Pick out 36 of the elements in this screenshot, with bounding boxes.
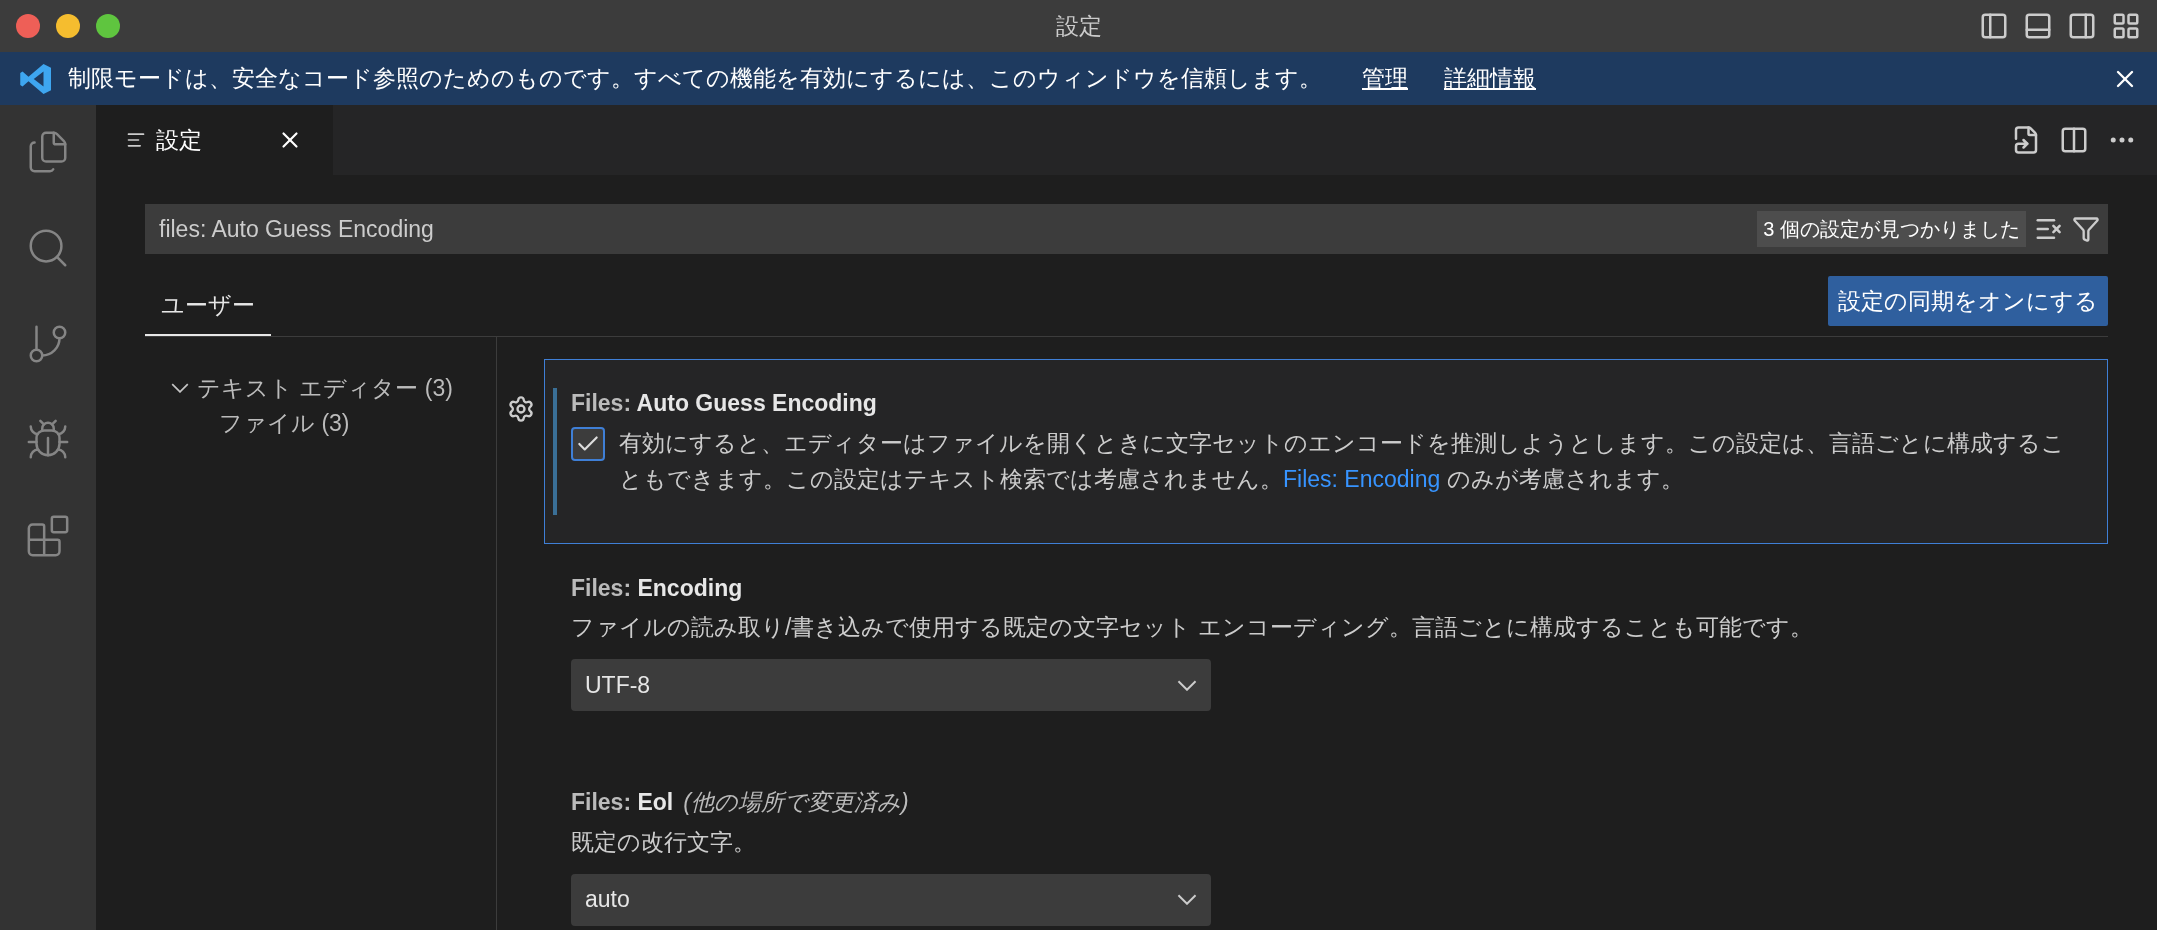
scope-tab[interactable]: ユーザー (145, 281, 271, 336)
select-dropdown[interactable]: UTF-8 (571, 659, 1211, 711)
setting-description: 有効にすると、エディターはファイルを開くときに文字セットのエンコードを推測しようとします。この設定は、言語ごとに構成することもできます。この設定はテキスト検索では考慮されません。Files: Encoding のみが考慮されます。 (619, 428, 2066, 494)
banner-link[interactable]: 管理 (1362, 61, 1408, 96)
settings-file-icon (126, 130, 146, 150)
setting-title: Files: Eol (571, 788, 674, 817)
tree-item[interactable]: テキスト エディター (3) (197, 371, 453, 406)
editor-tab[interactable]: 設定 (96, 105, 333, 175)
checkbox[interactable] (571, 426, 605, 461)
banner-message: 制限モードは、安全なコード参照のためのものです。すべての機能を有効にするには、このウィンドウを信頼します。 (68, 64, 1322, 94)
chevron-icon (1177, 679, 1197, 691)
extensions-icon[interactable] (25, 513, 71, 559)
layout-icon[interactable] (2111, 11, 2141, 41)
close-window-icon[interactable] (16, 14, 40, 38)
setting-description: 既定の改行文字。 (571, 827, 757, 857)
filter-icon[interactable] (2072, 215, 2100, 243)
window-title: 設定 (1055, 11, 1102, 41)
toggle-panel-icon[interactable] (2023, 11, 2053, 41)
split-editor-icon[interactable] (2059, 125, 2089, 155)
settings-gear-icon[interactable] (506, 395, 535, 423)
setting-description: ファイルの読み取り/書き込みで使用する既定の文字セット エンコーディング。言語ごとに構成することも可能です。 (571, 613, 1814, 642)
toggle-sidebar-icon[interactable] (1979, 11, 2009, 41)
minimize-window-icon[interactable] (56, 14, 80, 38)
banner-link[interactable]: 詳細情報 (1444, 61, 1536, 96)
maximize-window-icon[interactable] (96, 14, 120, 38)
sync-button[interactable]: 設定の同期をオンにする (1828, 276, 2108, 326)
toggle-secondary-sidebar-icon[interactable] (2067, 11, 2097, 41)
chevron-icon (1177, 894, 1197, 905)
setting-link[interactable]: Files: Encoding (1283, 465, 1441, 492)
tree-item[interactable]: ファイル (3) (219, 405, 350, 440)
setting-title: Files: Encoding (571, 573, 743, 603)
select-dropdown[interactable]: auto (571, 873, 1211, 926)
setting-title: Files: Auto Guess Encoding (571, 389, 877, 418)
search-field[interactable]: files: Auto Guess Encoding 3 個の設定が見つかりました (145, 204, 2108, 254)
modified-note: (他の場所で変更済み) (683, 788, 909, 817)
result-count: 3 個の設定が見つかりました (1757, 211, 2026, 247)
